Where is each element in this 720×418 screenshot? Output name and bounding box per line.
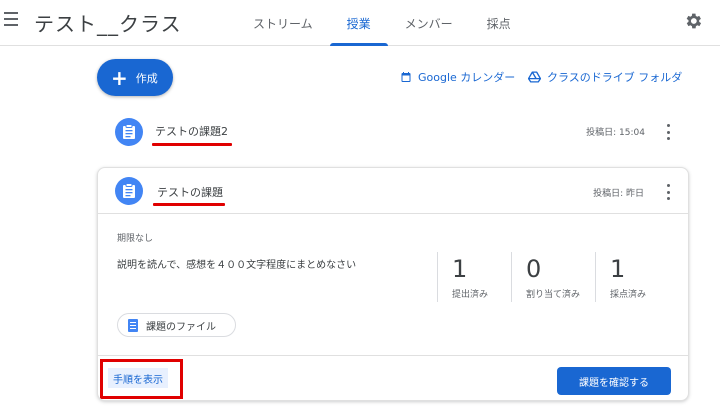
tab-people[interactable]: メンバー	[388, 0, 470, 46]
assignment-icon	[115, 118, 143, 146]
more-options-icon[interactable]	[665, 124, 671, 140]
more-options-icon[interactable]	[665, 184, 671, 200]
view-assignment-button[interactable]: 課題を確認する	[557, 367, 671, 395]
stat-assigned[interactable]: 0 割り当て済み	[511, 252, 595, 302]
calendar-icon	[401, 72, 411, 82]
tab-bar: ストリーム 授業 メンバー 採点	[236, 0, 528, 46]
class-title[interactable]: テスト__クラス	[34, 8, 182, 37]
stat-value: 1	[452, 255, 468, 283]
highlight-underline	[152, 143, 232, 146]
stat-label: 採点済み	[610, 290, 647, 300]
assignment-icon	[115, 177, 143, 205]
view-instructions-button[interactable]: 手順を表示	[108, 368, 168, 388]
drive-icon	[528, 71, 541, 83]
stat-turned-in[interactable]: 1 提出済み	[437, 252, 511, 302]
submission-stats: 1 提出済み 0 割り当て済み 1 採点済み	[437, 252, 688, 302]
class-drive-folder-link[interactable]: クラスのドライブ フォルダ	[528, 69, 682, 85]
assignment-posted-date: 投稿日: 15:04	[586, 128, 645, 138]
google-calendar-link[interactable]: Google カレンダー	[400, 69, 515, 85]
class-drive-folder-label: クラスのドライブ フォルダ	[547, 71, 683, 84]
hamburger-menu-icon[interactable]	[4, 12, 22, 28]
stat-value: 1	[610, 255, 626, 283]
assignment-description: 説明を読んで、感想を４００文字程度にまとめなさい	[117, 260, 357, 271]
stat-label: 提出済み	[452, 290, 489, 300]
google-calendar-label: Google カレンダー	[418, 71, 516, 84]
create-button[interactable]: + 作成	[97, 59, 173, 96]
document-icon	[128, 318, 138, 332]
attachment-chip[interactable]: 課題のファイル	[117, 313, 236, 337]
top-bar: テスト__クラス ストリーム 授業 メンバー 採点	[0, 0, 720, 46]
tab-stream[interactable]: ストリーム	[236, 0, 330, 46]
assignment-card-header[interactable]: テストの課題 投稿日: 昨日	[98, 168, 688, 214]
stat-label: 割り当て済み	[526, 290, 581, 300]
assignment-posted-date: 投稿日: 昨日	[593, 189, 644, 199]
assignment-item[interactable]: テストの課題2 投稿日: 15:04	[97, 109, 689, 155]
create-button-label: 作成	[135, 71, 158, 85]
highlight-underline	[153, 203, 225, 206]
stat-value: 0	[526, 255, 542, 283]
gear-icon[interactable]	[683, 11, 703, 31]
tab-grades[interactable]: 採点	[470, 0, 528, 46]
assignment-card-footer: 手順を表示 課題を確認する	[98, 355, 688, 400]
tab-classwork[interactable]: 授業	[329, 0, 388, 46]
stat-graded[interactable]: 1 採点済み	[595, 252, 688, 302]
assignment-title[interactable]: テストの課題2	[155, 123, 228, 139]
due-date-text: 期限なし	[117, 234, 154, 244]
attachment-label: 課題のファイル	[146, 321, 216, 333]
plus-icon: +	[111, 65, 128, 90]
assignment-title[interactable]: テストの課題	[157, 184, 223, 200]
